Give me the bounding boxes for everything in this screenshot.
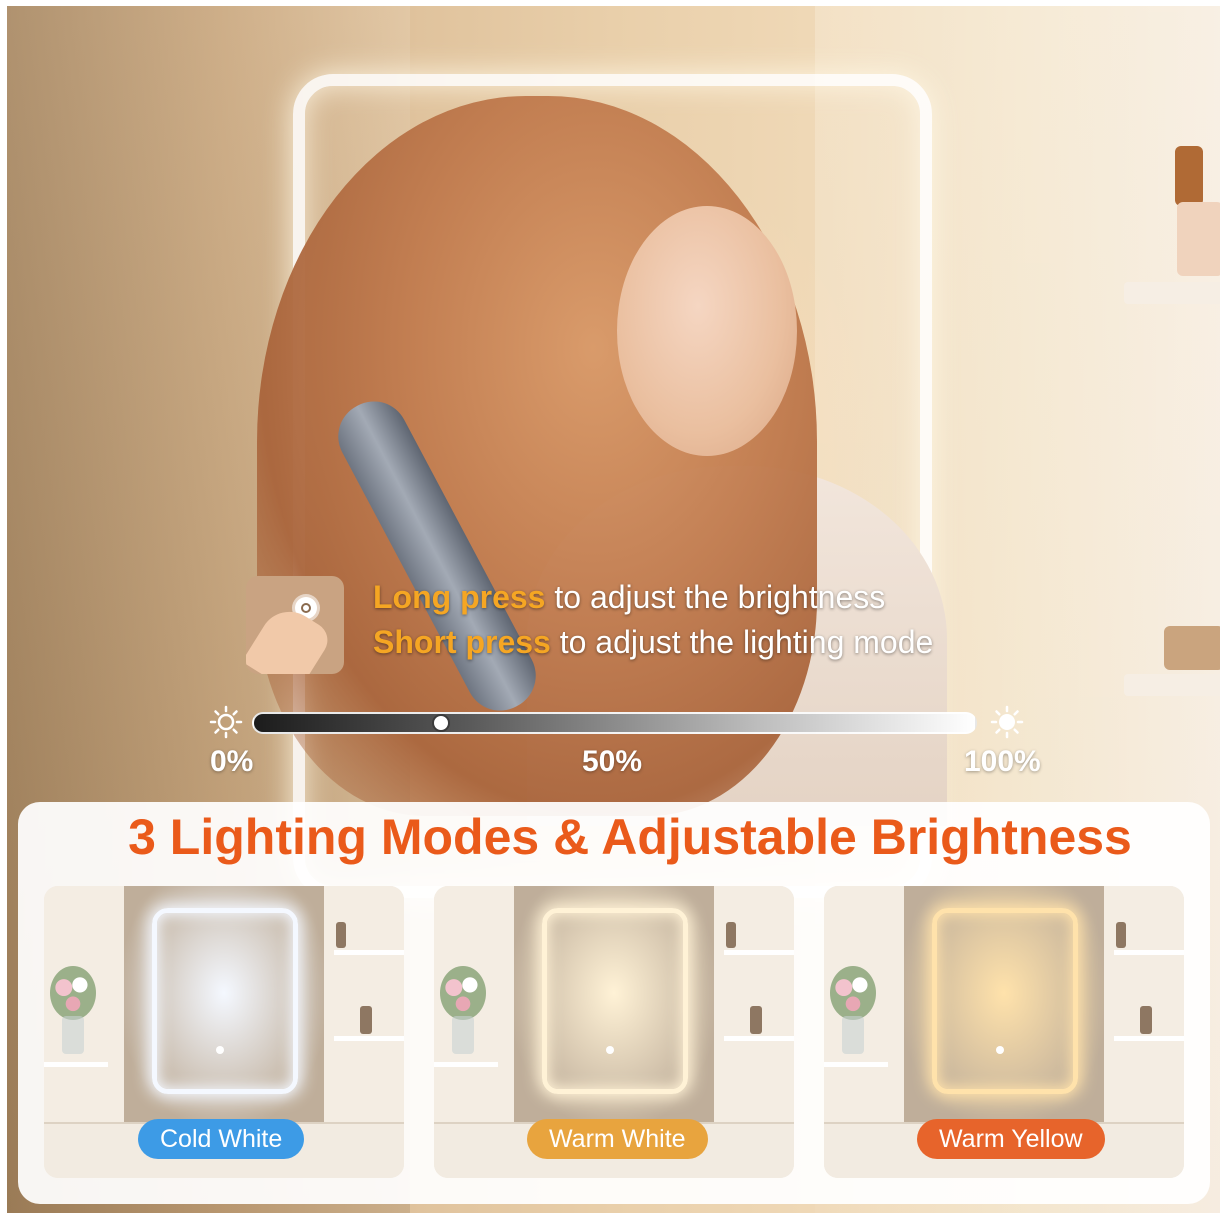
touch-button-icon — [246, 576, 344, 674]
led-mirror — [542, 908, 688, 1094]
woman-hair — [257, 96, 817, 816]
led-mirror — [152, 908, 298, 1094]
short-press-instruction: Short press to adjust the lighting mode — [373, 624, 933, 661]
woman-face — [617, 206, 797, 456]
long-press-text: to adjust the brightness — [545, 579, 886, 615]
foundation-bottle — [1177, 202, 1220, 276]
vase — [842, 1016, 864, 1054]
brightness-max-label: 100% — [964, 745, 1041, 778]
touch-sensor-icon — [996, 1046, 1004, 1054]
led-mirror — [932, 908, 1078, 1094]
finger-icon — [246, 600, 335, 674]
brightness-mid-label: 50% — [582, 745, 643, 778]
wall-shelf-lower — [1124, 674, 1220, 696]
mode-label-warm-yellow: Warm Yellow — [917, 1119, 1105, 1159]
sun-outline-icon — [209, 705, 243, 739]
sun-filled-icon — [990, 705, 1024, 739]
brightness-slider-thumb[interactable] — [432, 714, 451, 732]
flower-bouquet — [50, 966, 96, 1020]
long-press-highlight: Long press — [373, 579, 546, 615]
lighting-modes-title: 3 Lighting Modes & Adjustable Brightness — [128, 809, 1132, 865]
vase — [452, 1016, 474, 1054]
cream-jar — [1164, 626, 1220, 670]
vase — [62, 1016, 84, 1054]
brightness-min-label: 0% — [210, 745, 254, 778]
long-press-instruction: Long press to adjust the brightness — [373, 579, 885, 616]
short-press-text: to adjust the lighting mode — [550, 624, 934, 660]
mode-label-cold-white: Cold White — [138, 1119, 305, 1159]
touch-sensor-icon — [216, 1046, 224, 1054]
mode-label-warm-white: Warm White — [527, 1119, 708, 1159]
cosmetic-bottle — [1175, 146, 1203, 206]
flower-bouquet — [440, 966, 486, 1020]
brightness-slider[interactable] — [252, 712, 977, 734]
short-press-highlight: Short press — [373, 624, 551, 660]
touch-sensor-icon — [606, 1046, 614, 1054]
wall-shelf-upper — [1124, 282, 1220, 304]
flower-bouquet — [830, 966, 876, 1020]
